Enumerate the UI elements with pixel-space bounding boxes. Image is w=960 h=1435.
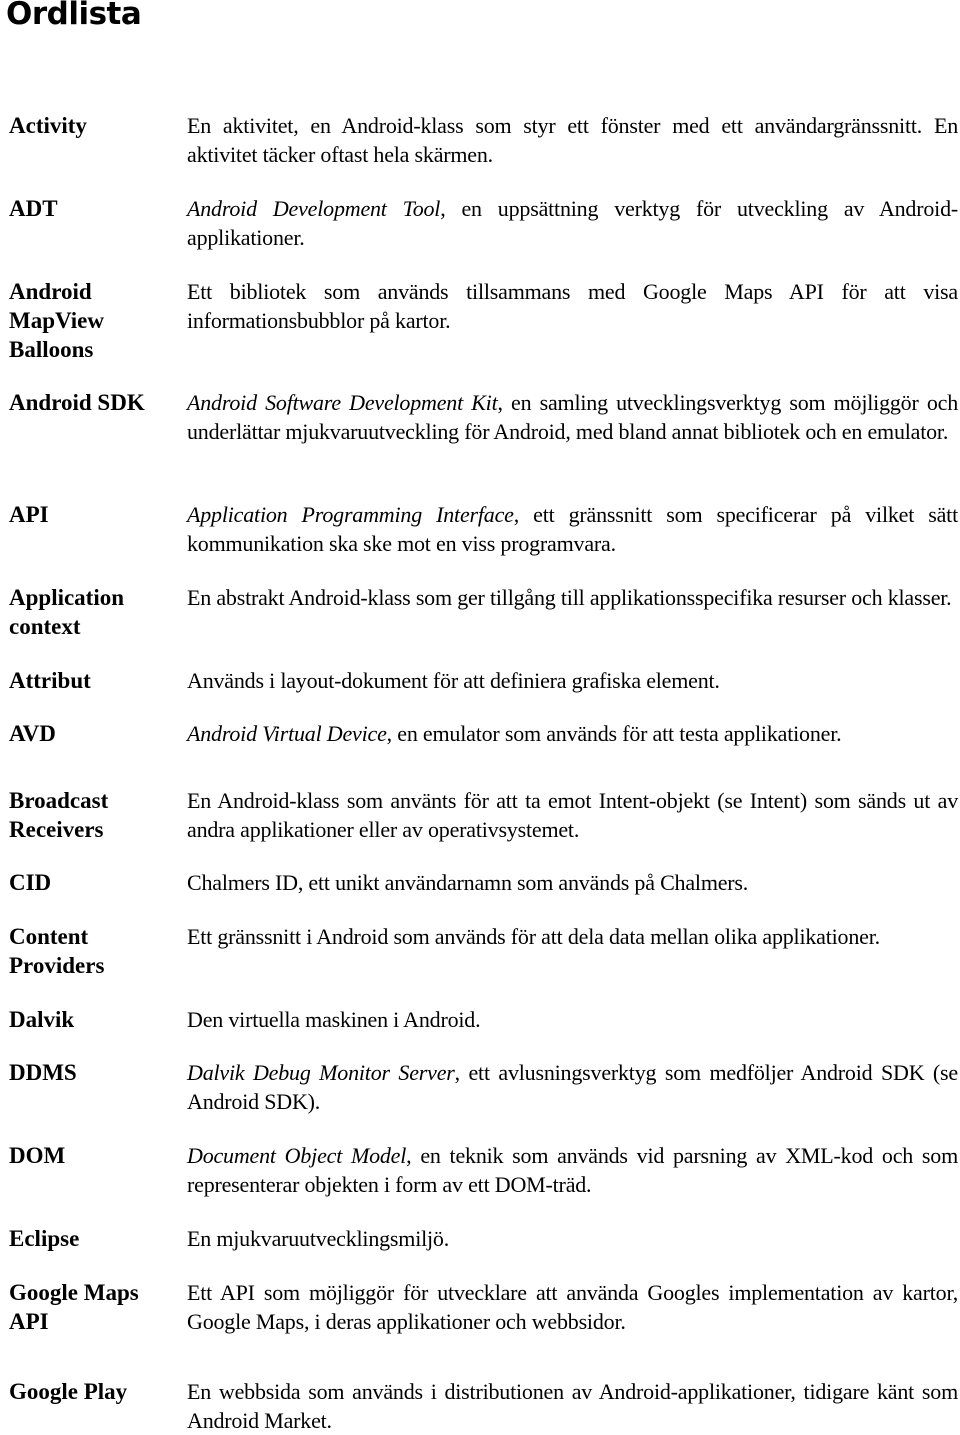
- glossary-definition: Chalmers ID, ett unikt användarnamn som …: [187, 868, 958, 897]
- definition-text: Används i layout-dokument för att defini…: [187, 668, 720, 693]
- glossary-definition: Android Virtual Device, en emulator som …: [187, 719, 958, 748]
- glossary-definition: Android Software Development Kit, en sam…: [187, 388, 958, 446]
- glossary-definition: En Android-klass som använts för att ta …: [187, 786, 958, 844]
- definition-text: En webbsida som används i distributionen…: [187, 1379, 958, 1433]
- glossary-definition: Dalvik Debug Monitor Server, ett avlusni…: [187, 1058, 958, 1116]
- definition-expansion: Dalvik Debug Monitor Server: [187, 1060, 455, 1085]
- glossary-definition: En aktivitet, en Android-klass som styr …: [187, 111, 958, 169]
- definition-expansion: Application Programming Interface: [187, 502, 514, 527]
- glossary-term: Content Providers: [9, 924, 105, 978]
- definition-text: En abstrakt Android-klass som ger tillgå…: [187, 585, 952, 610]
- glossary-definition: Ett API som möjliggör för utvecklare att…: [187, 1278, 958, 1336]
- glossary-definition: En mjukvaruutvecklingsmiljö.: [187, 1224, 958, 1253]
- glossary-term: DDMS: [9, 1060, 77, 1085]
- definition-text: Ett bibliotek som används tillsammans me…: [187, 279, 958, 333]
- glossary-term: Attribut: [9, 668, 91, 693]
- glossary-definition: Android Development Tool, en uppsättning…: [187, 194, 958, 252]
- definition-expansion: Document Object Model: [187, 1143, 407, 1168]
- definition-text: , en emulator som används för att testa …: [386, 721, 842, 746]
- glossary-definition: Ett gränssnitt i Android som används för…: [187, 922, 958, 951]
- glossary-term: ADT: [9, 196, 58, 221]
- definition-text: Chalmers ID, ett unikt användarnamn som …: [187, 870, 749, 895]
- glossary-term: Application context: [9, 585, 125, 639]
- glossary-term: API: [9, 502, 49, 527]
- glossary-term: Activity: [9, 113, 87, 138]
- glossary-definition: Ett bibliotek som används tillsammans me…: [187, 277, 958, 335]
- definition-text: En mjukvaruutvecklingsmiljö.: [187, 1226, 450, 1251]
- definition-text: Ett API som möjliggör för utvecklare att…: [187, 1280, 958, 1334]
- definition-text: En Android-klass som använts för att ta …: [187, 788, 958, 842]
- definition-expansion: Android Software Development Kit: [187, 390, 498, 415]
- definition-text: Den virtuella maskinen i Android.: [187, 1007, 481, 1032]
- glossary-term: DOM: [9, 1143, 66, 1168]
- glossary-term: Android SDK: [9, 390, 145, 415]
- glossary-term: Android MapView Balloons: [9, 279, 104, 362]
- glossary-definition: En abstrakt Android-klass som ger tillgå…: [187, 583, 958, 612]
- glossary-term: Google Play: [9, 1379, 128, 1404]
- glossary-definition: En webbsida som används i distributionen…: [187, 1377, 958, 1435]
- glossary-definition: Document Object Model, en teknik som anv…: [187, 1141, 958, 1199]
- glossary-term: Broadcast Receivers: [9, 788, 109, 842]
- page-title: Ordlista: [6, 0, 142, 32]
- glossary-term: Google Maps API: [9, 1280, 139, 1334]
- glossary-term: Eclipse: [9, 1226, 80, 1251]
- glossary-definition: Application Programming Interface, ett g…: [187, 500, 958, 558]
- definition-expansion: Android Virtual Device: [187, 721, 387, 746]
- glossary-definition: Används i layout-dokument för att defini…: [187, 666, 958, 695]
- glossary-term: CID: [9, 870, 52, 895]
- glossary-definition: Den virtuella maskinen i Android.: [187, 1005, 958, 1034]
- glossary-term: Dalvik: [9, 1007, 75, 1032]
- glossary-term: AVD: [9, 721, 56, 746]
- definition-text: Ett gränssnitt i Android som används för…: [187, 924, 880, 949]
- definition-text: En aktivitet, en Android-klass som styr …: [187, 113, 958, 167]
- definition-expansion: Android Development Tool: [187, 196, 441, 221]
